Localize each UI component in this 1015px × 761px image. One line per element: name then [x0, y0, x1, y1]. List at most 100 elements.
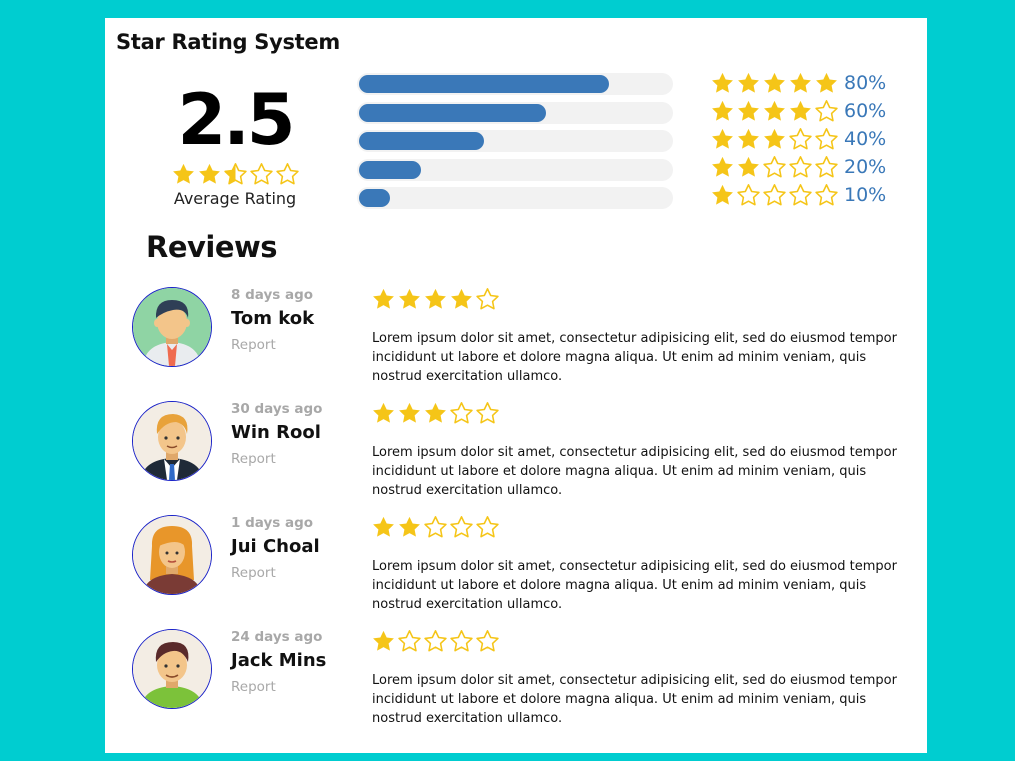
review-time: 24 days ago — [231, 629, 323, 645]
reviews-heading: Reviews — [146, 230, 278, 264]
star-empty-icon — [476, 288, 499, 310]
avatar-woman-icon — [132, 515, 212, 595]
review-stars — [371, 287, 500, 312]
review-meta: 1 days ago Jui Choal Report — [231, 515, 320, 581]
review-time: 30 days ago — [231, 401, 323, 417]
star-empty-icon — [815, 127, 838, 149]
review-item: 24 days ago Jack Mins Report Lorem ipsum… — [105, 629, 927, 734]
bar-track-3-star — [357, 130, 673, 152]
reviewer-name: Jui Choal — [231, 536, 320, 557]
distribution-row-1-star: 10% — [710, 181, 886, 209]
review-text: Lorem ipsum dolor sit amet, consectetur … — [372, 445, 897, 498]
distribution-percent: 80% — [844, 72, 887, 94]
review-item: 8 days ago Tom kok Report Lorem ipsum do… — [105, 287, 927, 392]
review-stars — [371, 515, 500, 540]
review-meta: 8 days ago Tom kok Report — [231, 287, 314, 353]
bar-fill-3-star — [359, 132, 484, 150]
star-empty-icon — [450, 402, 473, 424]
bar-fill-5-star — [359, 75, 609, 93]
distribution-percent: 10% — [844, 184, 887, 206]
star-empty-icon — [763, 183, 786, 205]
average-rating-label: Average Rating — [173, 189, 297, 208]
review-meta: 30 days ago Win Rool Report — [231, 401, 322, 467]
bar-fill-2-star — [359, 160, 421, 179]
reviewer-name: Tom kok — [231, 308, 315, 329]
star-empty-icon — [249, 163, 273, 185]
star-filled-icon — [712, 184, 733, 205]
star-filled-icon — [712, 100, 733, 121]
report-link[interactable]: Report — [231, 337, 314, 353]
distribution-row-5-star: 80% — [710, 69, 886, 97]
distribution-percent: 20% — [844, 156, 887, 178]
star-empty-icon — [450, 630, 473, 652]
distribution-stars — [710, 183, 839, 208]
star-filled-icon — [712, 72, 733, 93]
star-filled-icon — [425, 402, 446, 423]
star-empty-icon — [275, 163, 299, 185]
star-filled-icon — [712, 128, 733, 149]
page-title: Star Rating System — [116, 30, 340, 54]
review-text: Lorem ipsum dolor sit amet, consectetur … — [372, 559, 897, 612]
star-empty-icon — [815, 155, 838, 177]
star-empty-icon — [450, 516, 473, 538]
review-item: 1 days ago Jui Choal Report Lorem ipsum … — [105, 515, 927, 620]
star-filled-icon — [373, 630, 394, 651]
avatar-man-green-shirt-icon — [132, 629, 212, 709]
star-filled-icon — [764, 128, 785, 149]
distribution-stars — [710, 155, 839, 180]
rating-distribution-bars — [357, 73, 673, 216]
average-rating-value: 2.5 — [177, 79, 295, 161]
avatar-man-suit-icon — [132, 401, 212, 481]
star-empty-icon — [763, 155, 786, 177]
reviewer-name: Jack Mins — [231, 650, 327, 671]
star-filled-icon — [790, 100, 811, 121]
bar-track-4-star — [357, 101, 673, 124]
star-filled-icon — [451, 288, 472, 309]
star-empty-icon — [789, 183, 812, 205]
distribution-row-4-star: 60% — [710, 97, 886, 125]
star-filled-icon — [198, 163, 220, 184]
bar-fill-1-star — [359, 189, 390, 207]
star-filled-icon — [738, 72, 759, 93]
bar-track-1-star — [357, 187, 673, 209]
rating-distribution-legend: 80% 60% 40% 20% 10% — [710, 69, 886, 209]
star-filled-icon — [764, 72, 785, 93]
star-filled-icon — [425, 288, 446, 309]
star-empty-icon — [476, 516, 499, 538]
star-filled-icon — [172, 163, 194, 184]
star-filled-icon — [399, 288, 420, 309]
report-link[interactable]: Report — [231, 679, 326, 695]
distribution-row-2-star: 20% — [710, 153, 886, 181]
star-filled-icon — [373, 288, 394, 309]
star-filled-icon — [790, 72, 811, 93]
star-filled-icon — [373, 402, 394, 423]
distribution-stars — [710, 71, 839, 96]
report-link[interactable]: Report — [231, 451, 322, 467]
star-filled-icon — [712, 156, 733, 177]
reviewer-name: Win Rool — [231, 422, 321, 443]
report-link[interactable]: Report — [231, 565, 320, 581]
star-filled-icon — [764, 100, 785, 121]
star-half-icon — [223, 163, 247, 185]
average-rating-summary: 2.5 Average Rating — [160, 78, 310, 208]
star-filled-icon — [399, 402, 420, 423]
review-stars — [371, 401, 500, 426]
star-empty-icon — [815, 183, 838, 205]
star-empty-icon — [424, 516, 447, 538]
bar-fill-4-star — [359, 103, 546, 122]
star-filled-icon — [373, 516, 394, 537]
star-empty-icon — [476, 630, 499, 652]
distribution-percent: 60% — [844, 100, 887, 122]
star-filled-icon — [816, 72, 837, 93]
star-empty-icon — [737, 183, 760, 205]
average-rating-stars — [160, 162, 310, 187]
review-text: Lorem ipsum dolor sit amet, consectetur … — [372, 331, 897, 384]
star-empty-icon — [424, 630, 447, 652]
rating-card: Star Rating System 2.5 Average Rating 80… — [105, 18, 927, 753]
bar-track-2-star — [357, 158, 673, 181]
star-empty-icon — [789, 155, 812, 177]
distribution-stars — [710, 99, 839, 124]
distribution-stars — [710, 127, 839, 152]
review-stars — [371, 629, 500, 654]
bar-track-5-star — [357, 73, 673, 95]
